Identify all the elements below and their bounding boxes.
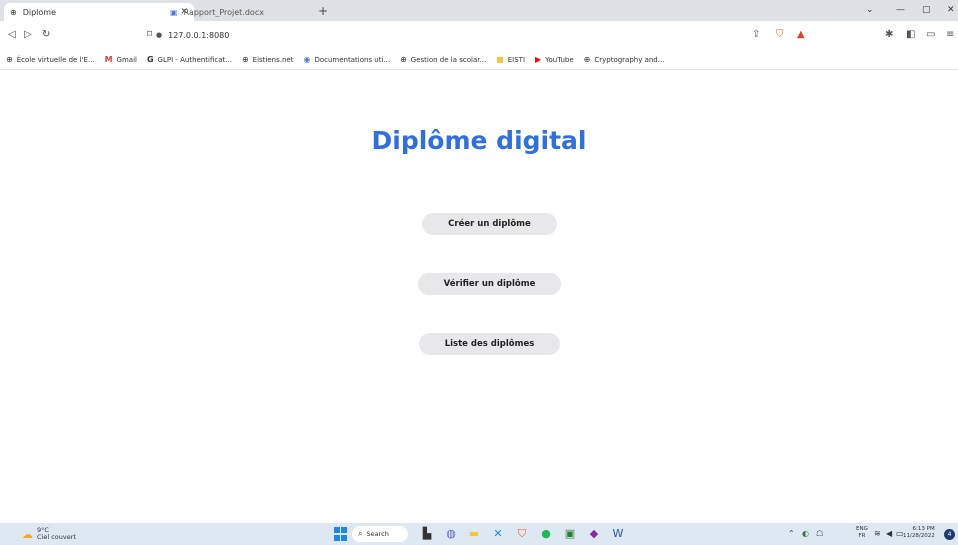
- bookmark-ecole-virtuelle[interactable]: ⊕ École virtuelle de l'E...: [6, 55, 95, 64]
- new-tab-button[interactable]: +: [318, 3, 328, 19]
- brave-rewards-icon[interactable]: ▲: [797, 28, 805, 42]
- file-explorer-icon[interactable]: ▬: [467, 527, 481, 541]
- tray-network-app-icon[interactable]: ☖: [816, 528, 823, 540]
- windows-start-icon[interactable]: [334, 527, 348, 541]
- taskbar-search[interactable]: ⌕ Search: [352, 526, 408, 542]
- verify-diploma-button[interactable]: Vérifier un diplôme: [418, 273, 561, 295]
- chevron-up-icon[interactable]: ⌃: [788, 528, 795, 540]
- word-icon[interactable]: W: [611, 527, 625, 541]
- globe-icon: ⊕: [400, 55, 407, 64]
- bookmark-label: Gmail: [116, 55, 137, 64]
- notification-badge[interactable]: 4: [944, 529, 955, 540]
- bookmark-cryptography[interactable]: ⊕ Cryptography and...: [584, 55, 665, 64]
- app-icon[interactable]: ▣: [563, 527, 577, 541]
- app-purple-icon[interactable]: ◆: [587, 527, 601, 541]
- extensions-icon[interactable]: ✱: [885, 28, 893, 42]
- bookmark-label: YouTube: [545, 55, 574, 64]
- sidebar-icon[interactable]: ◧: [906, 28, 915, 42]
- bookmark-label: École virtuelle de l'E...: [16, 55, 95, 64]
- create-diploma-button[interactable]: Créer un diplôme: [422, 213, 557, 235]
- cloudy-weather-icon: ☁: [22, 527, 33, 541]
- wallet-icon[interactable]: ▭: [926, 28, 935, 42]
- bookmark-gmail[interactable]: M Gmail: [105, 55, 137, 64]
- weather-widget[interactable]: ☁ 9°C Ciel couvert: [22, 527, 76, 541]
- globe-icon: ⊕: [241, 55, 249, 64]
- bookmark-label: GLPI - Authentificat...: [157, 55, 232, 64]
- tray-app-icon[interactable]: ◐: [802, 528, 809, 540]
- brave-browser-icon[interactable]: ⛉: [515, 527, 529, 541]
- bookmark-youtube[interactable]: ▶ YouTube: [535, 55, 574, 64]
- forward-icon[interactable]: ▷: [24, 28, 32, 42]
- vscode-icon[interactable]: ✕: [491, 527, 505, 541]
- bookmark-glpi[interactable]: G GLPI - Authentificat...: [147, 55, 232, 64]
- chat-icon[interactable]: ◍: [444, 527, 458, 541]
- word-doc-icon: ▣: [170, 7, 178, 17]
- g-icon: G: [146, 55, 154, 64]
- gmail-icon: M: [104, 55, 113, 64]
- restore-icon[interactable]: ▢: [922, 3, 931, 17]
- search-icon: ⌕: [358, 529, 363, 538]
- bookmark-eistiens[interactable]: ⊕ Eistiens.net: [242, 55, 294, 64]
- bookmark-label: Eistiens.net: [252, 55, 294, 64]
- globe-icon: ⊕: [10, 7, 17, 17]
- brave-shield-icon[interactable]: ⛉: [776, 28, 784, 42]
- volume-icon[interactable]: ◀: [886, 528, 892, 540]
- site-info-icon[interactable]: ●: [156, 31, 162, 39]
- globe-icon: ⊕: [583, 55, 591, 64]
- task-view-icon[interactable]: ▙: [420, 527, 434, 541]
- tab-title: Rapport_Projet.docx: [183, 7, 264, 17]
- clock-time: 6:13 PM: [912, 526, 935, 532]
- minimize-icon[interactable]: —: [896, 3, 905, 17]
- lang-bottom: FR: [858, 533, 866, 539]
- windows-taskbar: ☁ 9°C Ciel couvert ⌕ Search ▙ ◍ ▬ ✕ ⛉ ● …: [0, 523, 958, 545]
- clock[interactable]: 6:13 PM 11/28/2022: [903, 526, 935, 540]
- bookmark-gestion-scolarite[interactable]: ⊕ Gestion de la scolar...: [400, 55, 486, 64]
- bookmarks-bar: ⊕ École virtuelle de l'E... M Gmail G GL…: [0, 50, 958, 70]
- share-icon[interactable]: ⇪: [752, 28, 760, 42]
- spotify-icon[interactable]: ●: [539, 527, 553, 541]
- bookmark-icon[interactable]: ⌑: [147, 28, 152, 42]
- lang-top: ENG: [856, 526, 868, 532]
- tab-rapport[interactable]: ▣ Rapport_Projet.docx: [164, 3, 314, 21]
- tab-strip: ⊕ Diplome ✕ ▣ Rapport_Projet.docx + ⌄ — …: [0, 0, 958, 21]
- address-text: 127.0.0.1:8080: [168, 30, 230, 40]
- folder-icon: ■: [496, 55, 504, 64]
- browser-toolbar: ◁ ▷ ↻ ⌑ ● 127.0.0.1:8080 ⇪ ⛉ ▲ ✱ ◧ ▭ ≡: [0, 21, 958, 50]
- bookmark-label: Cryptography and...: [594, 55, 665, 64]
- language-indicator[interactable]: ENG FR: [856, 526, 868, 540]
- list-diplomas-button[interactable]: Liste des diplômes: [419, 333, 560, 355]
- bookmark-eisti[interactable]: ■ EISTI: [496, 55, 525, 64]
- bookmark-label: Documentations uti...: [314, 55, 391, 64]
- clock-date: 11/28/2022: [903, 533, 935, 539]
- page-title: Diplôme digital: [371, 126, 587, 155]
- menu-icon[interactable]: ≡: [946, 28, 954, 42]
- globe-icon: ⊕: [6, 55, 13, 64]
- docs-icon: ◉: [303, 55, 311, 64]
- bookmark-label: EISTI: [507, 55, 526, 64]
- weather-desc: Ciel couvert: [37, 533, 76, 541]
- tab-search-icon[interactable]: ⌄: [866, 3, 874, 17]
- bookmark-documentations[interactable]: ◉ Documentations uti...: [303, 55, 390, 64]
- reload-icon[interactable]: ↻: [42, 28, 50, 42]
- tab-title: Diplome: [22, 7, 56, 17]
- back-icon[interactable]: ◁: [8, 28, 16, 42]
- address-bar[interactable]: ● 127.0.0.1:8080: [156, 26, 716, 44]
- wifi-icon[interactable]: ≋: [874, 528, 881, 540]
- close-window-icon[interactable]: ✕: [947, 3, 955, 17]
- search-label: Search: [366, 530, 389, 538]
- youtube-icon: ▶: [535, 55, 542, 64]
- bookmark-label: Gestion de la scolar...: [410, 55, 487, 64]
